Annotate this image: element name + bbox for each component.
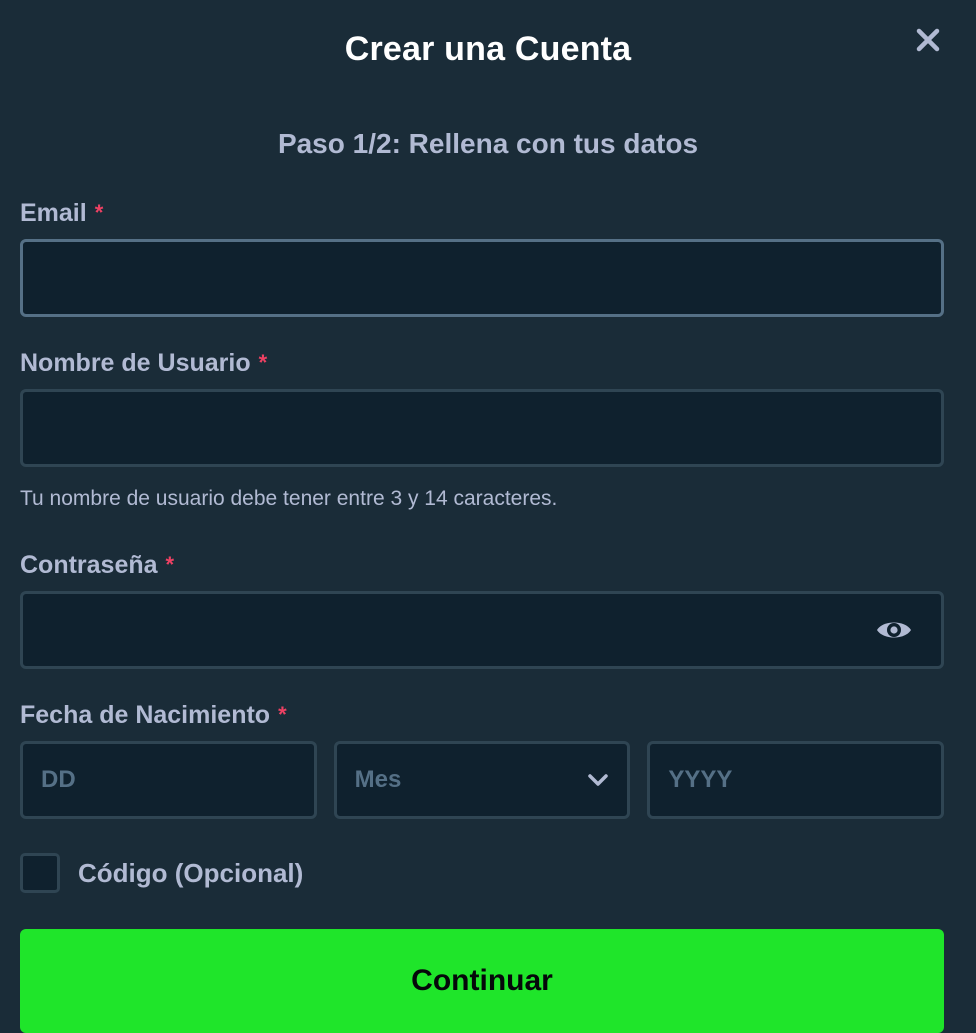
signup-form: Email * Nombre de Usuario * Tu nombre de…: [0, 197, 976, 1033]
username-help-text: Tu nombre de usuario debe tener entre 3 …: [20, 487, 558, 510]
toggle-password-visibility-button[interactable]: [875, 617, 913, 643]
username-label: Nombre de Usuario *: [20, 348, 268, 377]
chevron-down-icon: [588, 774, 609, 786]
close-icon: [916, 28, 940, 52]
email-field[interactable]: [23, 242, 941, 314]
continue-button[interactable]: Continuar: [20, 929, 944, 1033]
password-field-wrapper: [20, 591, 944, 669]
dob-label: Fecha de Nacimiento *: [20, 700, 287, 729]
username-field[interactable]: [23, 392, 941, 464]
required-mark: *: [258, 350, 268, 375]
dob-month-select[interactable]: Mes: [333, 741, 631, 819]
code-optional-row: Código (Opcional): [20, 853, 944, 893]
email-label: Email *: [20, 198, 104, 227]
code-checkbox-label[interactable]: Código (Opcional): [78, 858, 303, 889]
email-field-wrapper: [20, 239, 944, 317]
dob-row: Mes: [20, 741, 945, 819]
modal-title: Crear una Cuenta: [344, 30, 632, 68]
step-indicator: Paso 1/2: Rellena con tus datos: [277, 128, 699, 159]
dob-day-wrapper: [20, 741, 317, 819]
required-mark: *: [278, 702, 287, 727]
required-mark: *: [165, 552, 175, 577]
username-field-wrapper: [20, 389, 944, 467]
dob-day-field[interactable]: [23, 744, 314, 816]
password-field[interactable]: [23, 594, 941, 666]
create-account-modal: Crear una Cuenta Paso 1/2: Rellena con t…: [0, 0, 976, 1033]
dob-month-select-box[interactable]: Mes: [337, 744, 628, 816]
modal-header: Crear una Cuenta: [0, 0, 976, 100]
eye-icon: [877, 622, 911, 638]
dob-year-wrapper: [647, 741, 945, 819]
close-button[interactable]: [914, 26, 942, 54]
dob-month-value: Mes: [354, 766, 402, 793]
code-checkbox[interactable]: [20, 853, 60, 893]
required-mark: *: [94, 200, 104, 225]
password-label: Contraseña *: [20, 550, 175, 579]
dob-year-field[interactable]: [650, 744, 942, 816]
